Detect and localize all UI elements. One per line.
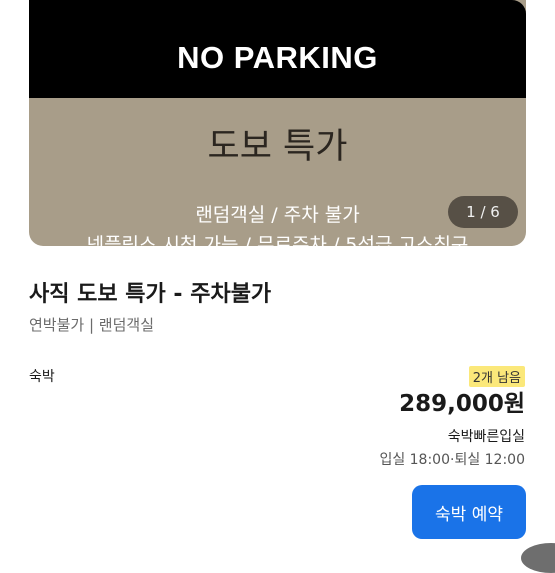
price: 289,000원 bbox=[399, 391, 525, 417]
banner-subline-2: 넷플릭스 시청 가능 / 무료주차 / 5성급 고스침구 bbox=[86, 234, 469, 246]
fast-checkin-label: 숙박빠른입실 bbox=[447, 429, 525, 445]
stay-type-label: 숙박 bbox=[29, 369, 55, 385]
checkin-checkout-times: 입실 18:00·퇴실 12:00 bbox=[379, 452, 525, 468]
image-counter: 1 / 6 bbox=[448, 196, 518, 228]
floating-handle[interactable] bbox=[521, 543, 555, 573]
book-stay-button[interactable]: 숙박 예약 bbox=[412, 485, 526, 539]
room-subtitle: 연박불가 | 랜덤객실 bbox=[29, 316, 154, 334]
banner-headline: NO PARKING bbox=[177, 40, 378, 75]
room-title: 사직 도보 특가 - 주차불가 bbox=[29, 282, 272, 307]
banner-title: 도보 특가 bbox=[207, 127, 348, 167]
room-image-carousel[interactable]: NO PARKING 도보 특가 랜덤객실 / 주차 불가 넷플릭스 시청 가능… bbox=[29, 0, 526, 246]
